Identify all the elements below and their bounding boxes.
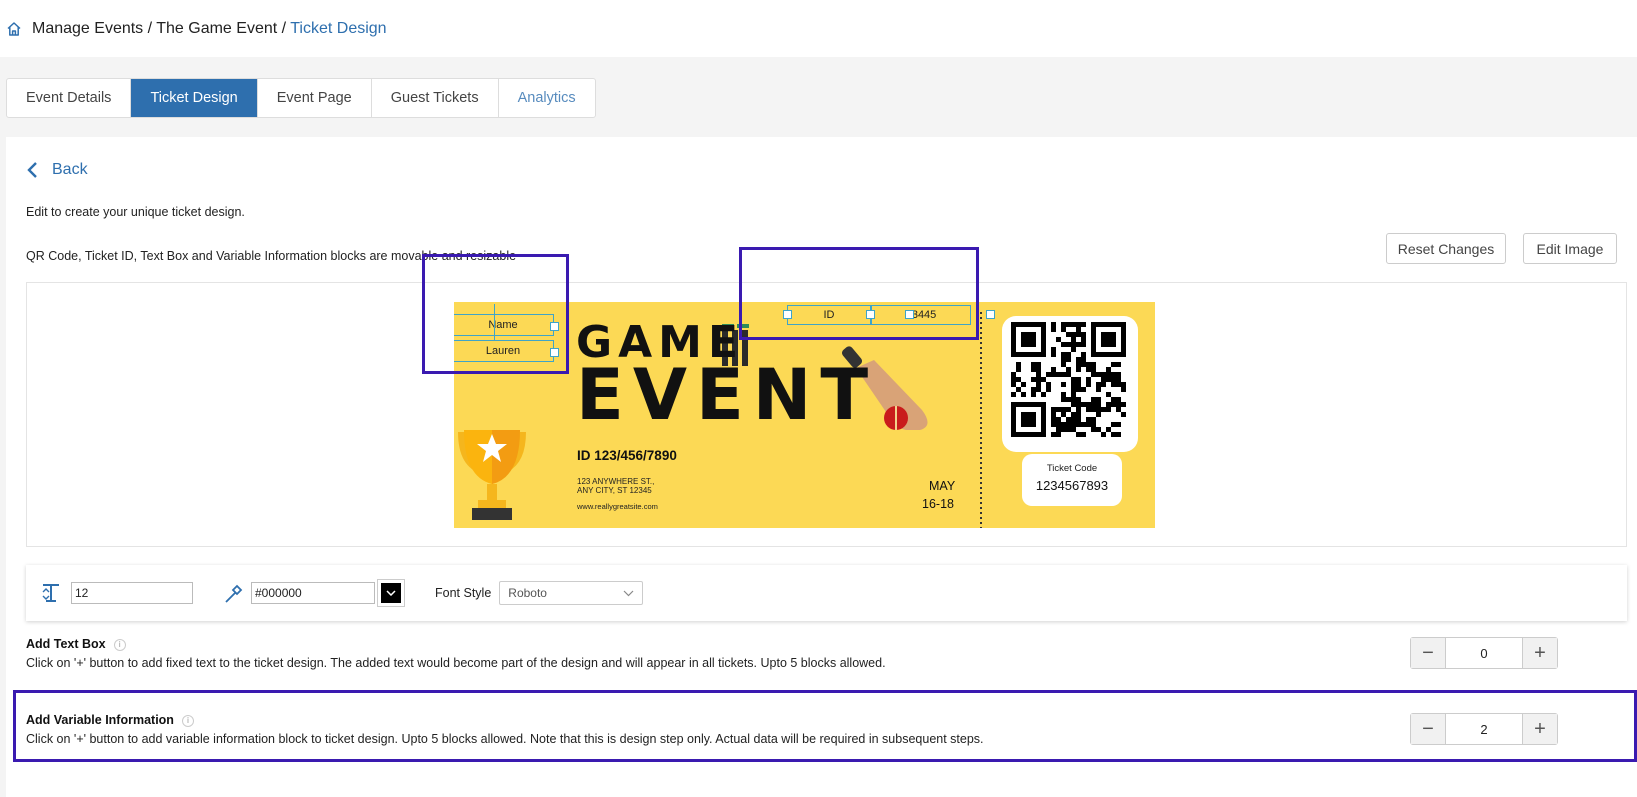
add-variable-info-title: Add Variable Information	[26, 713, 174, 727]
tab-event-page[interactable]: Event Page	[258, 79, 372, 117]
top-bar: Manage Events / The Game Event / Ticket …	[0, 0, 1637, 57]
ticket-code-value: 1234567893	[1035, 478, 1109, 493]
breadcrumb-manage-events[interactable]: Manage Events	[32, 20, 143, 37]
text-format-toolbar: 12 #000000 Font Style Roboto	[26, 565, 1627, 621]
add-text-box-description: Click on '+' button to add fixed text to…	[26, 656, 886, 670]
text-box-stepper: − 0 +	[1410, 637, 1558, 669]
ticket-month: MAY	[929, 479, 956, 493]
add-variable-info-description: Click on '+' button to add variable info…	[26, 732, 984, 746]
edit-image-button[interactable]: Edit Image	[1523, 233, 1617, 264]
variable-info-stepper: − 2 +	[1410, 713, 1558, 745]
variable-info-decrement-button[interactable]: −	[1411, 714, 1445, 744]
breadcrumb-event[interactable]: The Game Event	[156, 20, 277, 37]
ticket-website: www.reallygreatsite.com	[577, 502, 658, 511]
font-style-label: Font Style	[435, 586, 492, 600]
tab-bar: Event Details Ticket Design Event Page G…	[6, 78, 596, 118]
ticket-code-label: Ticket Code	[1046, 463, 1098, 474]
chevron-down-icon	[386, 590, 396, 596]
breadcrumb-separator: /	[143, 19, 157, 37]
info-icon[interactable]: i	[181, 714, 194, 727]
ticket-title-line2: EVENT	[576, 354, 878, 436]
ticket-dates: 16-18	[922, 497, 954, 511]
color-swatch[interactable]	[377, 579, 405, 607]
back-button[interactable]: Back	[26, 161, 88, 179]
reset-changes-button[interactable]: Reset Changes	[1386, 233, 1506, 264]
intro-text: Edit to create your unique ticket design…	[26, 205, 245, 219]
variable-info-increment-button[interactable]: +	[1523, 714, 1557, 744]
tab-event-details[interactable]: Event Details	[7, 79, 132, 117]
breadcrumb-current: Ticket Design	[290, 19, 387, 37]
chevron-left-icon	[27, 162, 37, 178]
ticket-event-id: ID 123/456/7890	[577, 448, 677, 463]
info-icon[interactable]: i	[113, 638, 126, 651]
tab-guest-tickets[interactable]: Guest Tickets	[372, 79, 499, 117]
add-text-box-section: Add Text Box i Click on '+' button to add…	[26, 637, 886, 670]
add-variable-info-section: Add Variable Information i Click on '+' b…	[26, 713, 984, 746]
highlight-name-blocks	[422, 254, 569, 374]
tab-ticket-design[interactable]: Ticket Design	[131, 79, 258, 117]
ticket-address-line2: ANY CITY, ST 12345	[577, 486, 652, 495]
font-size-input[interactable]: 12	[71, 582, 193, 604]
font-style-value: Roboto	[508, 586, 547, 600]
ticket-address-line1: 123 ANYWHERE ST.,	[577, 477, 655, 486]
font-style-select[interactable]: Roboto	[499, 581, 644, 605]
ticket-design-panel: Back Edit to create your unique ticket d…	[6, 137, 1637, 797]
text-box-increment-button[interactable]: +	[1523, 638, 1557, 668]
back-label: Back	[52, 161, 88, 178]
resize-handle[interactable]	[986, 310, 995, 319]
breadcrumb: Manage Events / The Game Event / Ticket …	[32, 20, 387, 38]
highlight-id-blocks	[739, 247, 979, 340]
font-size-icon	[42, 584, 59, 602]
chevron-down-icon	[623, 590, 634, 596]
breadcrumb-separator: /	[277, 19, 291, 37]
variable-info-count[interactable]: 2	[1445, 714, 1523, 744]
color-swatch-fill	[381, 583, 401, 603]
text-box-decrement-button[interactable]: −	[1411, 638, 1445, 668]
color-hex-input[interactable]: #000000	[251, 582, 375, 604]
color-picker-icon[interactable]	[223, 582, 245, 604]
add-text-box-title: Add Text Box	[26, 637, 106, 651]
home-icon[interactable]	[6, 21, 22, 37]
tab-analytics[interactable]: Analytics	[499, 79, 595, 117]
text-box-count[interactable]: 0	[1445, 638, 1523, 668]
